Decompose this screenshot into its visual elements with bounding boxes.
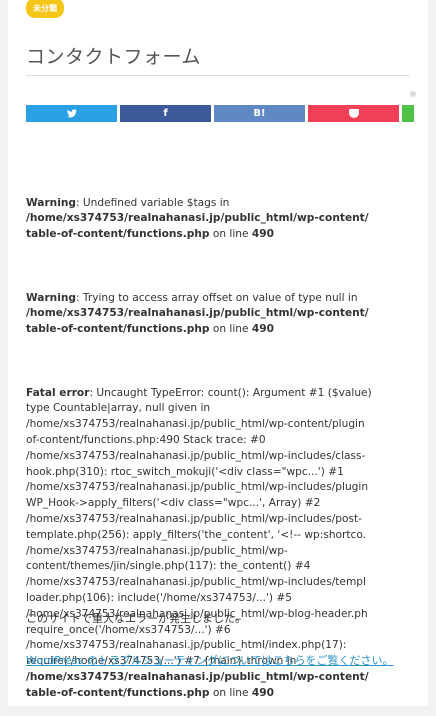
twitter-bird-icon (66, 109, 77, 118)
stack-line: /home/xs374753/realnahanasi.jp/public_ht… (26, 481, 369, 494)
page-gutter (428, 0, 436, 716)
fatal-path-file: table-of-content/functions.php (26, 686, 210, 699)
stack-line: template.php(256): apply_filters('the_co… (26, 528, 367, 541)
stack-line: /home/xs374753/realnahanasi.jp/public_ht… (26, 576, 366, 589)
line-share-button[interactable] (402, 105, 414, 122)
warning-path-file: table-of-content/functions.php (26, 228, 210, 241)
warning-path: /home/xs374753/realnahanasi.jp/public_ht… (26, 212, 369, 225)
stack-line: /home/xs374753/realnahanasi.jp/public_ht… (26, 512, 362, 525)
stack-line: type Countable|array, null given in (26, 402, 211, 415)
page-title: コンタクトフォーム (26, 46, 201, 68)
stack-line: /home/xs374753/realnahanasi.jp/public_ht… (26, 449, 366, 462)
warning-label: Warning (26, 291, 76, 304)
on-line-text: on line (209, 323, 252, 336)
warning-text: : Trying to access array offset on value… (75, 291, 358, 304)
pocket-share-button[interactable] (308, 105, 399, 122)
pocket-icon (348, 109, 359, 118)
facebook-share-button[interactable]: f (120, 105, 211, 122)
line-number: 490 (251, 686, 275, 699)
stack-line: /home/xs374753/realnahanasi.jp/public_ht… (26, 418, 365, 431)
troubleshooting-link[interactable]: WordPress のトラブルシューティングについてはこちらをご覧ください。 (26, 652, 410, 668)
warning-message-2: Warning: Trying to access array offset o… (26, 291, 410, 338)
on-line-text: on line (209, 686, 252, 699)
title-divider (26, 75, 410, 76)
stack-line: /home/xs374753/realnahanasi.jp/public_ht… (26, 639, 347, 652)
fatal-path: /home/xs374753/realnahanasi.jp/public_ht… (26, 670, 369, 683)
stack-line: of-content/functions.php:490 Stack trace… (26, 433, 266, 446)
share-bar: f B! (26, 105, 428, 122)
scroll-dot (410, 91, 416, 97)
stack-line: /home/xs374753/realnahanasi.jp/public_ht… (26, 544, 288, 557)
post-card: 未分類 コンタクトフォーム f B! Warning: Undefined va… (8, 0, 428, 706)
fatal-label: Fatal error (26, 386, 90, 399)
fatal-text: : Uncaught TypeError: count(): Argument … (89, 386, 372, 399)
hatena-bookmark-button[interactable]: B! (214, 105, 305, 122)
stack-line: loader.php(106): include('/home/xs374753… (26, 591, 293, 604)
critical-error-message: このサイトで重大なエラーが発生しました。 (26, 612, 246, 625)
line-number: 490 (251, 228, 275, 241)
warning-label: Warning (26, 196, 76, 209)
stack-line: hook.php(310): rtoc_switch_mokuji('<div … (26, 465, 344, 478)
line-number: 490 (251, 323, 275, 336)
warning-message-1: Warning: Undefined variable $tags in /ho… (26, 196, 410, 243)
warning-path: /home/xs374753/realnahanasi.jp/public_ht… (26, 307, 369, 320)
stack-line: content/themes/jin/single.php(117): the_… (26, 560, 311, 573)
warning-path-file: table-of-content/functions.php (26, 323, 210, 336)
stack-line: WP_Hook->apply_filters('<div class="wpc.… (26, 497, 321, 510)
facebook-icon: f (163, 108, 168, 119)
hatena-icon: B! (253, 108, 266, 119)
twitter-share-button[interactable] (26, 105, 117, 122)
warning-text: : Undefined variable $tags in (75, 196, 230, 209)
category-badge[interactable]: 未分類 (26, 0, 64, 18)
on-line-text: on line (209, 228, 252, 241)
